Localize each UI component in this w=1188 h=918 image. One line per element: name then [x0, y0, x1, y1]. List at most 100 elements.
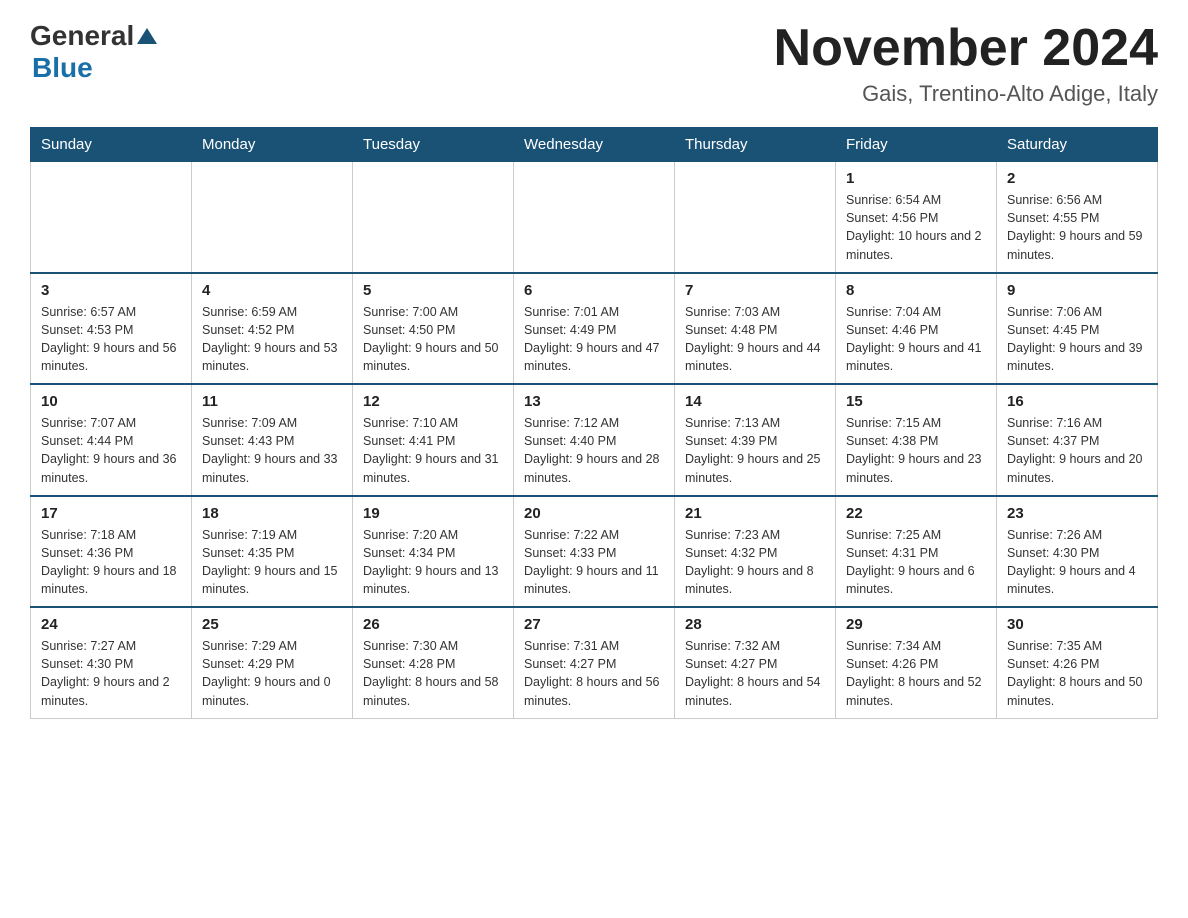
day-info: Sunrise: 7:12 AMSunset: 4:40 PMDaylight:… [524, 414, 664, 487]
day-info: Sunrise: 7:23 AMSunset: 4:32 PMDaylight:… [685, 526, 825, 599]
header-tuesday: Tuesday [353, 128, 514, 162]
day-info: Sunrise: 7:16 AMSunset: 4:37 PMDaylight:… [1007, 414, 1147, 487]
calendar-cell: 30 Sunrise: 7:35 AMSunset: 4:26 PMDayligh… [997, 607, 1158, 718]
day-info: Sunrise: 7:20 AMSunset: 4:34 PMDaylight:… [363, 526, 503, 599]
calendar-cell: 12 Sunrise: 7:10 AMSunset: 4:41 PMDayligh… [353, 384, 514, 496]
calendar-cell: 22 Sunrise: 7:25 AMSunset: 4:31 PMDayligh… [836, 496, 997, 608]
day-number: 5 [363, 282, 503, 299]
day-number: 23 [1007, 505, 1147, 522]
day-number: 18 [202, 505, 342, 522]
day-number: 20 [524, 505, 664, 522]
day-number: 7 [685, 282, 825, 299]
day-info: Sunrise: 7:25 AMSunset: 4:31 PMDaylight:… [846, 526, 986, 599]
day-info: Sunrise: 7:03 AMSunset: 4:48 PMDaylight:… [685, 303, 825, 376]
day-info: Sunrise: 7:26 AMSunset: 4:30 PMDaylight:… [1007, 526, 1147, 599]
calendar-cell: 1 Sunrise: 6:54 AMSunset: 4:56 PMDaylight… [836, 162, 997, 273]
day-number: 25 [202, 616, 342, 633]
calendar-cell: 20 Sunrise: 7:22 AMSunset: 4:33 PMDayligh… [514, 496, 675, 608]
calendar-cell: 15Sunrise: 7:15 AMSunset: 4:38 PMDayligh… [836, 384, 997, 496]
day-number: 8 [846, 282, 986, 299]
week-row-1: 1 Sunrise: 6:54 AMSunset: 4:56 PMDaylight… [31, 162, 1158, 273]
day-info: Sunrise: 7:01 AMSunset: 4:49 PMDaylight:… [524, 303, 664, 376]
calendar-cell [353, 162, 514, 273]
calendar-cell [192, 162, 353, 273]
calendar-cell: 18 Sunrise: 7:19 AMSunset: 4:35 PMDayligh… [192, 496, 353, 608]
day-number: 2 [1007, 170, 1147, 187]
day-info: Sunrise: 7:31 AMSunset: 4:27 PMDaylight:… [524, 637, 664, 710]
week-row-3: 10Sunrise: 7:07 AMSunset: 4:44 PMDayligh… [31, 384, 1158, 496]
calendar-cell: 10Sunrise: 7:07 AMSunset: 4:44 PMDayligh… [31, 384, 192, 496]
day-number: 1 [846, 170, 986, 187]
header-saturday: Saturday [997, 128, 1158, 162]
day-number: 17 [41, 505, 181, 522]
day-info: Sunrise: 7:00 AMSunset: 4:50 PMDaylight:… [363, 303, 503, 376]
day-info: Sunrise: 7:22 AMSunset: 4:33 PMDaylight:… [524, 526, 664, 599]
header-monday: Monday [192, 128, 353, 162]
calendar-cell [514, 162, 675, 273]
day-number: 16 [1007, 393, 1147, 410]
day-number: 22 [846, 505, 986, 522]
day-number: 29 [846, 616, 986, 633]
week-row-5: 24Sunrise: 7:27 AMSunset: 4:30 PMDayligh… [31, 607, 1158, 718]
calendar-cell: 21 Sunrise: 7:23 AMSunset: 4:32 PMDayligh… [675, 496, 836, 608]
day-info: Sunrise: 7:18 AMSunset: 4:36 PMDaylight:… [41, 526, 181, 599]
day-number: 11 [202, 393, 342, 410]
day-info: Sunrise: 6:57 AMSunset: 4:53 PMDaylight:… [41, 303, 181, 376]
calendar-cell: 3 Sunrise: 6:57 AMSunset: 4:53 PMDaylight… [31, 273, 192, 385]
day-number: 27 [524, 616, 664, 633]
header-thursday: Thursday [675, 128, 836, 162]
day-number: 3 [41, 282, 181, 299]
calendar-cell: 14Sunrise: 7:13 AMSunset: 4:39 PMDayligh… [675, 384, 836, 496]
day-info: Sunrise: 7:32 AMSunset: 4:27 PMDaylight:… [685, 637, 825, 710]
calendar-cell: 6 Sunrise: 7:01 AMSunset: 4:49 PMDaylight… [514, 273, 675, 385]
day-info: Sunrise: 7:30 AMSunset: 4:28 PMDaylight:… [363, 637, 503, 710]
day-info: Sunrise: 7:15 AMSunset: 4:38 PMDaylight:… [846, 414, 986, 487]
day-info: Sunrise: 7:09 AMSunset: 4:43 PMDaylight:… [202, 414, 342, 487]
logo: General [30, 20, 157, 52]
day-number: 14 [685, 393, 825, 410]
header-sunday: Sunday [31, 128, 192, 162]
day-number: 26 [363, 616, 503, 633]
header-wednesday: Wednesday [514, 128, 675, 162]
day-number: 30 [1007, 616, 1147, 633]
calendar-cell: 27 Sunrise: 7:31 AMSunset: 4:27 PMDayligh… [514, 607, 675, 718]
day-number: 4 [202, 282, 342, 299]
day-number: 6 [524, 282, 664, 299]
day-info: Sunrise: 7:35 AMSunset: 4:26 PMDaylight:… [1007, 637, 1147, 710]
logo-general-text: General [30, 20, 134, 52]
day-number: 12 [363, 393, 503, 410]
day-info: Sunrise: 7:10 AMSunset: 4:41 PMDaylight:… [363, 414, 503, 487]
calendar-cell: 5 Sunrise: 7:00 AMSunset: 4:50 PMDaylight… [353, 273, 514, 385]
day-info: Sunrise: 7:04 AMSunset: 4:46 PMDaylight:… [846, 303, 986, 376]
logo-triangle-icon [137, 28, 157, 44]
week-row-2: 3 Sunrise: 6:57 AMSunset: 4:53 PMDaylight… [31, 273, 1158, 385]
calendar-cell: 26 Sunrise: 7:30 AMSunset: 4:28 PMDayligh… [353, 607, 514, 718]
day-info: Sunrise: 6:54 AMSunset: 4:56 PMDaylight:… [846, 191, 986, 264]
day-number: 10 [41, 393, 181, 410]
header-friday: Friday [836, 128, 997, 162]
calendar-cell: 8 Sunrise: 7:04 AMSunset: 4:46 PMDaylight… [836, 273, 997, 385]
calendar-cell [675, 162, 836, 273]
day-info: Sunrise: 6:56 AMSunset: 4:55 PMDaylight:… [1007, 191, 1147, 264]
calendar-cell: 4Sunrise: 6:59 AMSunset: 4:52 PMDaylight… [192, 273, 353, 385]
title-area: November 2024 Gais, Trentino-Alto Adige,… [774, 20, 1158, 107]
month-title: November 2024 [774, 20, 1158, 77]
calendar-cell: 7 Sunrise: 7:03 AMSunset: 4:48 PMDaylight… [675, 273, 836, 385]
calendar-cell: 16 Sunrise: 7:16 AMSunset: 4:37 PMDayligh… [997, 384, 1158, 496]
logo-area: General Blue [30, 20, 157, 84]
calendar-cell: 23 Sunrise: 7:26 AMSunset: 4:30 PMDayligh… [997, 496, 1158, 608]
calendar-cell: 29Sunrise: 7:34 AMSunset: 4:26 PMDayligh… [836, 607, 997, 718]
day-number: 28 [685, 616, 825, 633]
day-info: Sunrise: 7:19 AMSunset: 4:35 PMDaylight:… [202, 526, 342, 599]
calendar-cell: 11 Sunrise: 7:09 AMSunset: 4:43 PMDayligh… [192, 384, 353, 496]
header: General Blue November 2024 Gais, Trentin… [30, 20, 1158, 107]
calendar-table: SundayMondayTuesdayWednesdayThursdayFrid… [30, 127, 1158, 719]
calendar-cell: 13Sunrise: 7:12 AMSunset: 4:40 PMDayligh… [514, 384, 675, 496]
day-number: 21 [685, 505, 825, 522]
calendar-cell: 17 Sunrise: 7:18 AMSunset: 4:36 PMDayligh… [31, 496, 192, 608]
logo-blue-text: Blue [32, 52, 93, 84]
calendar-cell: 24Sunrise: 7:27 AMSunset: 4:30 PMDayligh… [31, 607, 192, 718]
day-number: 9 [1007, 282, 1147, 299]
week-row-4: 17 Sunrise: 7:18 AMSunset: 4:36 PMDayligh… [31, 496, 1158, 608]
calendar-cell: 28 Sunrise: 7:32 AMSunset: 4:27 PMDayligh… [675, 607, 836, 718]
